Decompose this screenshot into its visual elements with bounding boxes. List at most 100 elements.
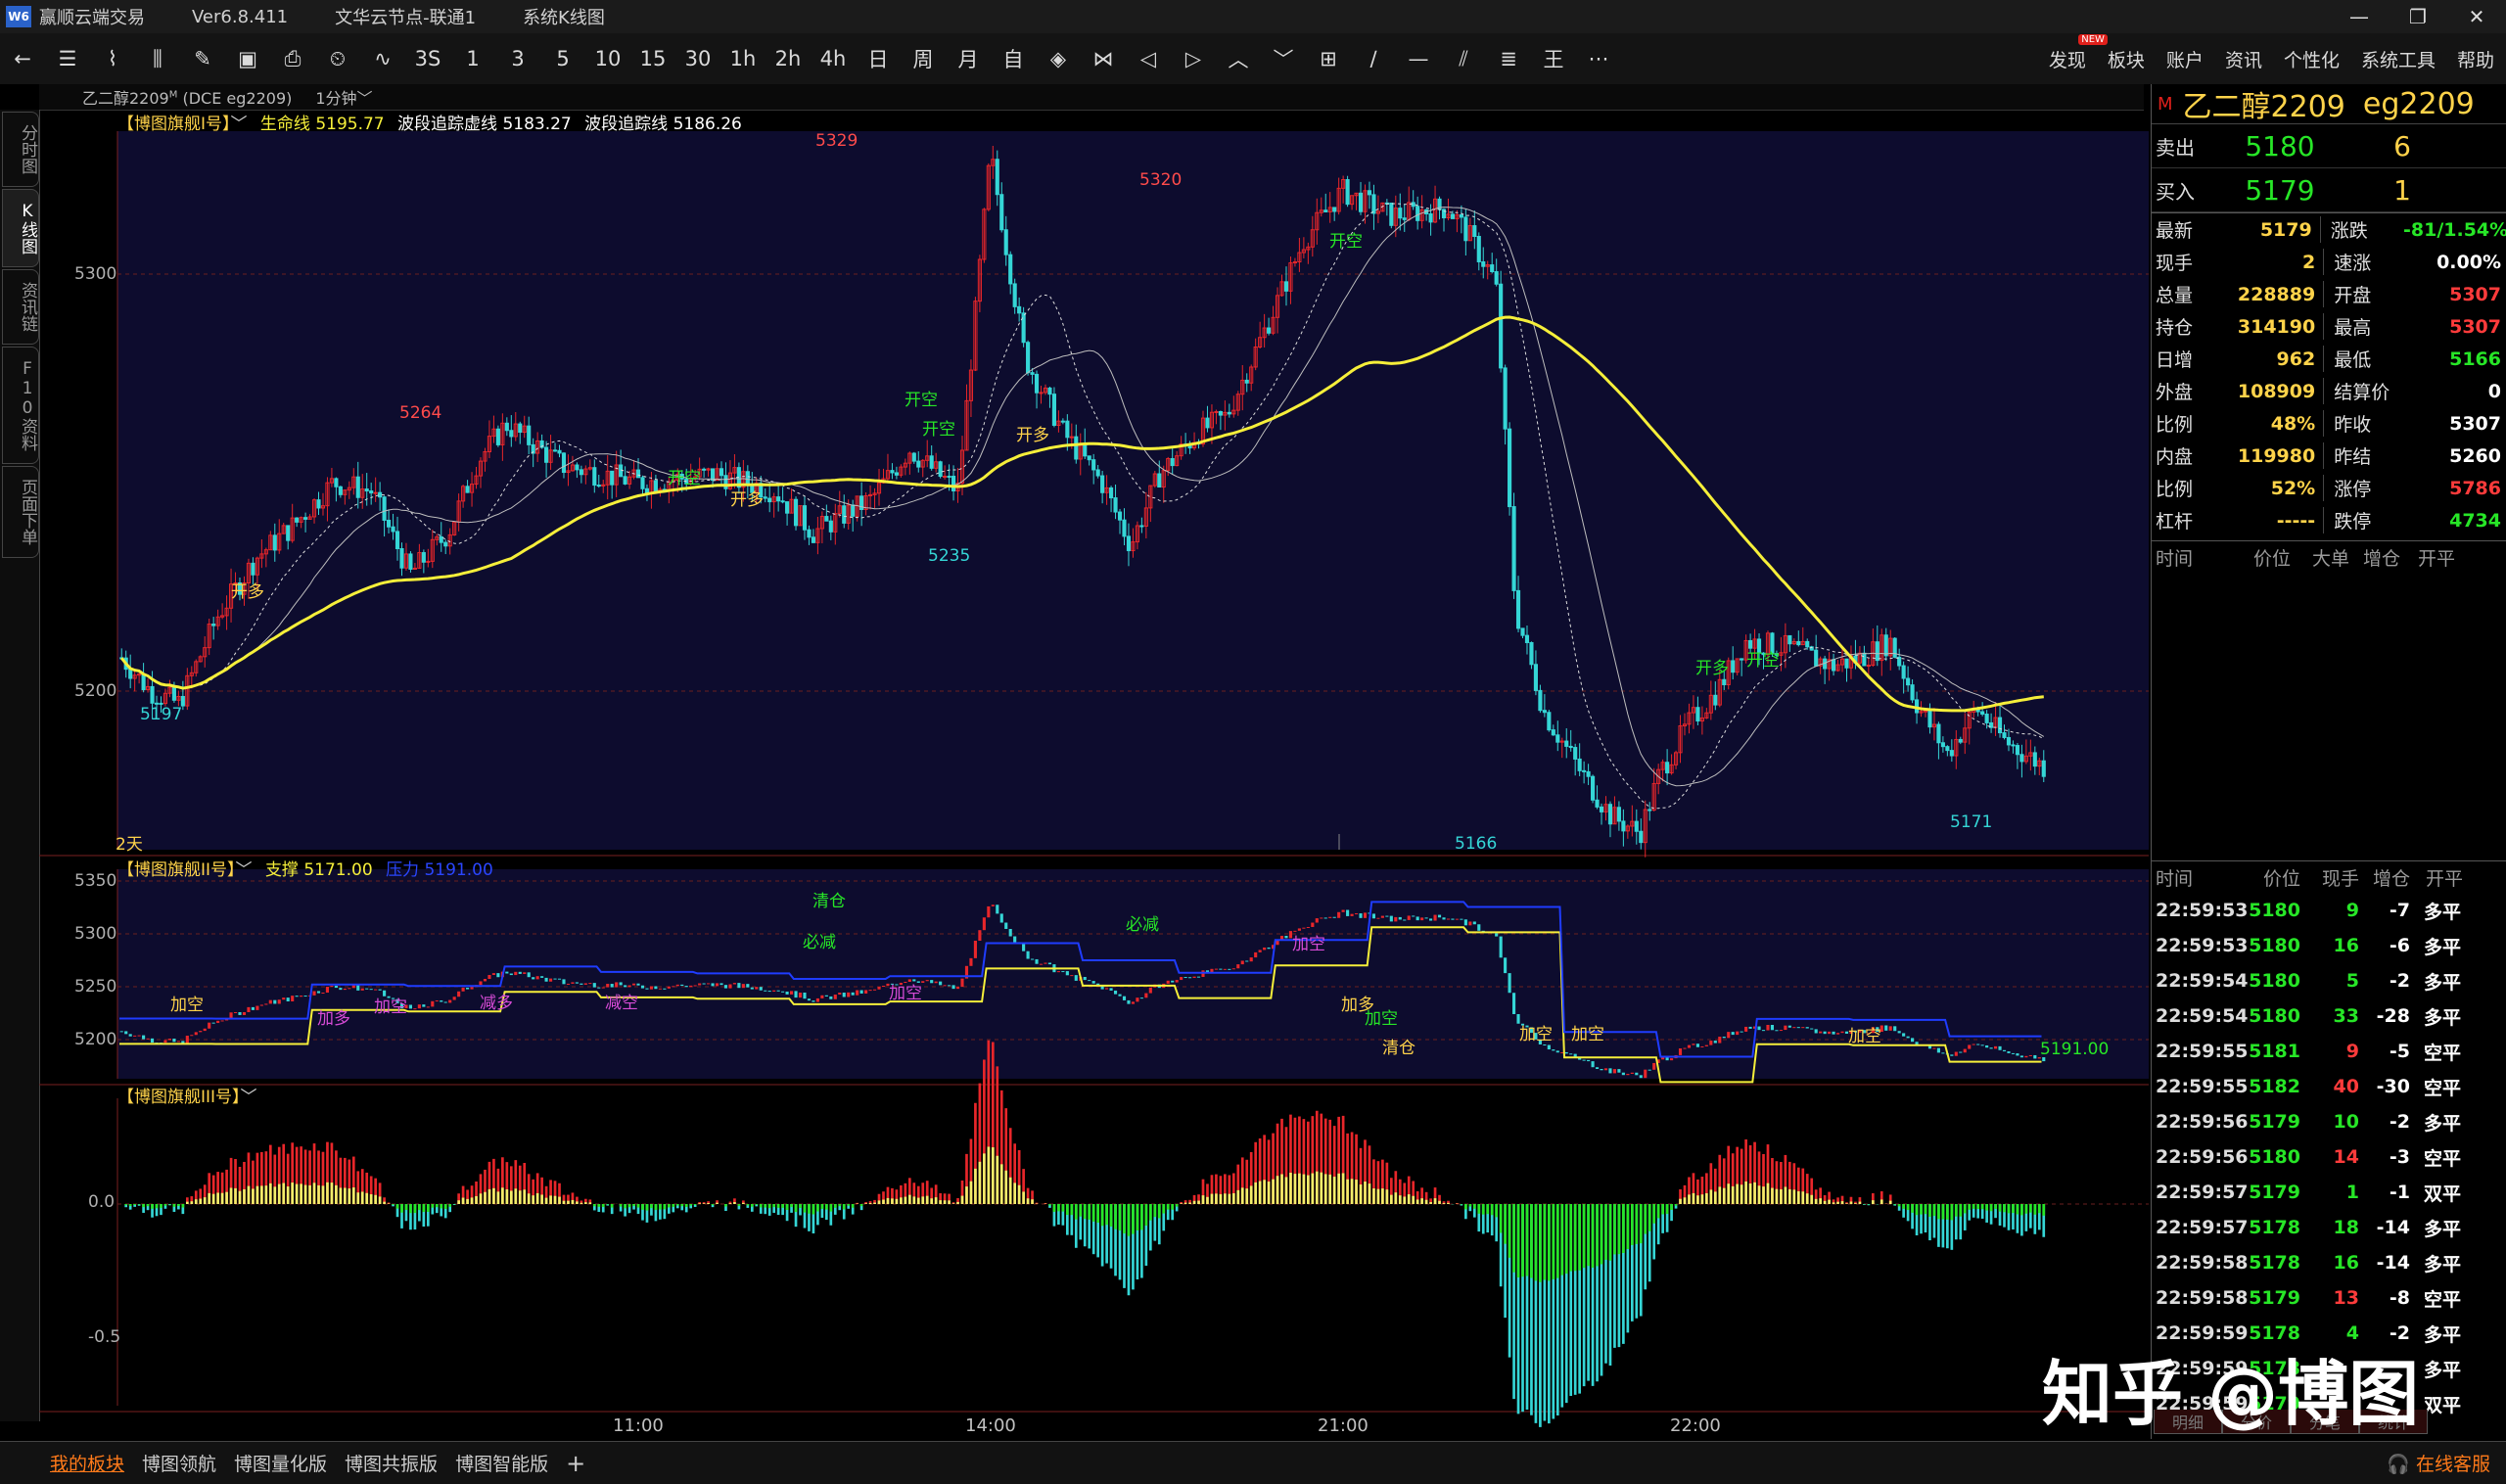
support-panel-candle — [794, 991, 798, 998]
period-10-button[interactable]: 10 — [585, 47, 630, 70]
tab-botu-smart[interactable]: 博图智能版 — [446, 1450, 557, 1476]
tab-my-sector[interactable]: 我的板块 — [41, 1450, 133, 1476]
support-panel-candle — [1320, 917, 1323, 919]
expand-down-icon[interactable]: ﹀ — [1261, 44, 1306, 73]
tab-f10[interactable]: F10资料 — [2, 347, 39, 464]
price-mark-5235: 5235 — [928, 546, 971, 566]
tab-kline[interactable]: K线图 — [2, 189, 39, 267]
tick-row[interactable]: 22:59:56 5179 10 -2 多平 — [2152, 1104, 2506, 1139]
tick-row[interactable]: 22:59:57 5179 1 -1 双平 — [2152, 1175, 2506, 1210]
indicator-icon[interactable]: ∿ — [360, 47, 405, 70]
candle-body — [141, 673, 146, 691]
support-panel-candle — [557, 978, 562, 980]
candle-icon[interactable]: ⫼ — [135, 47, 180, 71]
layout-icon[interactable]: ⊞ — [1306, 47, 1351, 70]
period-3s-button[interactable]: 3S — [405, 47, 450, 70]
tick-row[interactable]: 22:59:58 5178 16 -14 多平 — [2152, 1245, 2506, 1280]
bid-row[interactable]: 买入 5179 1 — [2152, 168, 2506, 212]
menu-personalize[interactable]: 个性化 — [2284, 46, 2340, 72]
support-panel-candle — [732, 983, 736, 985]
tab-page-order[interactable]: 页面下单 — [2, 466, 39, 558]
add-tab-button[interactable]: + — [557, 1450, 594, 1477]
stat-value: 5786 — [2449, 477, 2501, 499]
scroll-right-icon[interactable]: ▷ — [1171, 47, 1216, 70]
menu-account[interactable]: 账户 — [2166, 46, 2204, 72]
menu-tools[interactable]: 系统工具 — [2361, 46, 2436, 72]
fib-tool-icon[interactable]: ≣ — [1486, 47, 1531, 70]
tick-row[interactable]: 22:59:55 5181 9 -5 空平 — [2152, 1034, 2506, 1069]
scroll-left-icon[interactable]: ◁ — [1126, 47, 1171, 70]
support-panel-candle — [133, 1035, 137, 1037]
expand-up-icon[interactable]: ︿ — [1216, 44, 1261, 73]
period-5-button[interactable]: 5 — [540, 47, 585, 70]
tick-row[interactable]: 22:59:53 5180 9 -7 多平 — [2152, 893, 2506, 928]
tick-row[interactable]: 22:59:58 5179 13 -8 空平 — [2152, 1280, 2506, 1316]
panel2-title[interactable]: 【博图旗舰II号】 — [117, 860, 236, 880]
period-4h-button[interactable]: 4h — [811, 47, 856, 70]
menu-sector[interactable]: 板块 — [2108, 46, 2145, 72]
minimize-icon[interactable]: — — [2330, 0, 2389, 33]
panel1-legend: 【博图旗舰I号】﹀ 生命线 5195.77 波段追踪虚线 5183.27 波段追… — [117, 115, 742, 134]
panel3-title[interactable]: 【博图旗舰III号】 — [117, 1088, 241, 1107]
ask-row[interactable]: 卖出 5180 6 — [2152, 124, 2506, 168]
period-custom-button[interactable]: 自 — [991, 44, 1036, 73]
back-icon[interactable]: ← — [0, 47, 45, 70]
timer-icon[interactable]: ⏲ — [315, 47, 360, 71]
server-node[interactable]: 文华云节点-联通1 — [335, 4, 476, 29]
line-tool-icon[interactable]: ∕ — [1351, 47, 1396, 70]
period-week-button[interactable]: 周 — [901, 44, 946, 73]
tab-botu-pilot[interactable]: 博图领航 — [133, 1450, 225, 1476]
support-panel-candle — [1954, 1051, 1958, 1056]
bigtrade-list[interactable] — [2152, 573, 2506, 861]
support-panel-candle — [1279, 935, 1284, 940]
support-panel-candle — [1328, 916, 1332, 918]
period-30-button[interactable]: 30 — [675, 47, 720, 70]
gann-tool-icon[interactable]: 王 — [1531, 44, 1576, 73]
line-chart-icon[interactable]: ⌇ — [90, 47, 135, 70]
contract-name[interactable]: 乙二醇2209M (DCE eg2209) — [82, 85, 292, 109]
support-panel-candle — [1564, 1051, 1568, 1054]
support-panel-candle — [1240, 960, 1244, 965]
candle-body — [1332, 207, 1337, 212]
draw-icon[interactable]: ✎ — [180, 47, 225, 70]
period-month-button[interactable]: 月 — [946, 44, 991, 73]
menu-discover[interactable]: 发现 NEW — [2049, 33, 2108, 72]
stat-value: 5166 — [2449, 348, 2501, 370]
tick-row[interactable]: 22:59:55 5182 40 -30 空平 — [2152, 1069, 2506, 1104]
window-icon[interactable]: ▣ — [225, 47, 270, 70]
candle-body — [373, 491, 378, 494]
period-1h-button[interactable]: 1h — [720, 47, 766, 70]
tab-botu-quant[interactable]: 博图量化版 — [225, 1450, 336, 1476]
chart-area[interactable]: 【博图旗舰I号】﹀ 生命线 5195.77 波段追踪虚线 5183.27 波段追… — [39, 110, 2149, 1439]
restore-icon[interactable]: ❐ — [2389, 0, 2447, 33]
period-selector[interactable]: 1分钟﹀ — [315, 85, 372, 109]
list-icon[interactable]: ☰ — [45, 47, 90, 70]
save-icon[interactable]: ⎙ — [270, 47, 315, 71]
zoom-in-icon[interactable]: ◈ — [1036, 47, 1081, 70]
tab-botu-resonance[interactable]: 博图共振版 — [336, 1450, 446, 1476]
close-icon[interactable]: ✕ — [2447, 0, 2506, 33]
tab-timeshare[interactable]: 分时图 — [2, 112, 39, 187]
chart-canvas[interactable] — [39, 110, 2149, 1439]
period-day-button[interactable]: 日 — [856, 44, 901, 73]
period-15-button[interactable]: 15 — [630, 47, 675, 70]
period-1-button[interactable]: 1 — [450, 47, 495, 70]
support-panel-candle — [163, 1040, 167, 1043]
tick-row[interactable]: 22:59:56 5180 14 -3 空平 — [2152, 1139, 2506, 1175]
support-panel-candle — [689, 985, 693, 988]
tick-row[interactable]: 22:59:54 5180 33 -28 多平 — [2152, 998, 2506, 1034]
period-3-button[interactable]: 3 — [495, 47, 540, 70]
channel-tool-icon[interactable]: ⫽ — [1441, 47, 1486, 71]
menu-help[interactable]: 帮助 — [2457, 46, 2494, 72]
tick-row[interactable]: 22:59:53 5180 16 -6 多平 — [2152, 928, 2506, 963]
panel1-title[interactable]: 【博图旗舰I号】 — [117, 115, 231, 134]
period-2h-button[interactable]: 2h — [766, 47, 811, 70]
tick-row[interactable]: 22:59:54 5180 5 -2 多平 — [2152, 963, 2506, 998]
hline-tool-icon[interactable]: — — [1396, 47, 1441, 70]
tab-news-chain[interactable]: 资讯链 — [2, 269, 39, 345]
menu-news[interactable]: 资讯 — [2225, 46, 2262, 72]
tick-row[interactable]: 22:59:57 5178 18 -14 多平 — [2152, 1210, 2506, 1245]
zoom-out-icon[interactable]: ⋈ — [1081, 47, 1126, 70]
online-support-link[interactable]: 🎧 在线客服 — [2387, 1450, 2490, 1476]
more-icon[interactable]: ⋯ — [1576, 47, 1621, 70]
